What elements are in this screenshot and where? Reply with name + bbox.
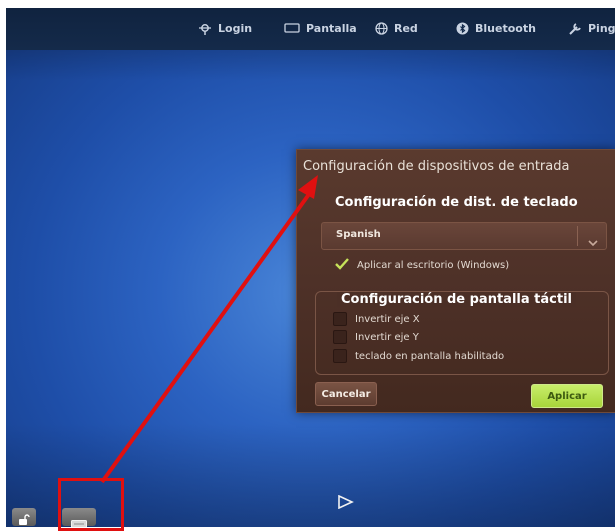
checkmark-icon[interactable] — [335, 258, 349, 273]
select-divider — [577, 226, 578, 246]
topbar-item-ping[interactable]: Ping — [568, 22, 615, 35]
annotation-highlight-box — [58, 478, 124, 531]
keyboard-layout-select[interactable]: Spanish — [321, 222, 607, 250]
chevron-down-icon[interactable] — [588, 232, 598, 251]
bluetooth-icon — [456, 22, 469, 35]
topbar-label: Ping — [588, 22, 615, 35]
touch-section-heading: Configuración de pantalla táctil — [337, 292, 576, 307]
desktop-background: Login Pantalla Red Bluetooth Ping Config… — [6, 8, 615, 527]
lock-button[interactable] — [12, 508, 36, 526]
topbar-label: Login — [218, 22, 253, 35]
apply-desktop-checkbox-row[interactable]: Aplicar al escritorio (Windows) — [335, 258, 509, 273]
keyboard-section-heading: Configuración de dist. de teclado — [335, 195, 578, 210]
invert-y-checkbox-row[interactable]: Invertir eje Y — [333, 330, 419, 344]
cancel-button[interactable]: Cancelar — [315, 382, 377, 406]
invert-x-checkbox-row[interactable]: Invertir eje X — [333, 312, 420, 326]
topbar-item-pantalla[interactable]: Pantalla — [284, 22, 357, 35]
top-menu-bar: Login Pantalla Red Bluetooth Ping — [6, 8, 615, 50]
invert-y-checkbox[interactable] — [333, 330, 347, 344]
apply-desktop-label: Aplicar al escritorio (Windows) — [357, 260, 510, 271]
invert-y-label: Invertir eje Y — [355, 331, 419, 343]
onscreen-keyboard-checkbox-row[interactable]: teclado en pantalla habilitado — [333, 349, 504, 363]
apply-button[interactable]: Aplicar — [531, 384, 603, 408]
keyboard-layout-value: Spanish — [336, 229, 381, 240]
onscreen-keyboard-label: teclado en pantalla habilitado — [355, 350, 505, 362]
onscreen-keyboard-checkbox[interactable] — [333, 349, 347, 363]
dialog-title: Configuración de dispositivos de entrada — [303, 159, 570, 174]
monitor-icon — [284, 23, 300, 34]
topbar-item-red[interactable]: Red — [375, 22, 418, 35]
mouse-cursor-icon — [338, 494, 354, 513]
topbar-label: Bluetooth — [475, 22, 536, 35]
wrench-icon — [568, 22, 582, 35]
topbar-label: Pantalla — [306, 22, 357, 35]
network-icon — [375, 22, 388, 35]
invert-x-label: Invertir eje X — [355, 313, 420, 325]
topbar-label: Red — [394, 22, 418, 35]
invert-x-checkbox[interactable] — [333, 312, 347, 326]
topbar-item-login[interactable]: Login — [198, 22, 252, 35]
login-icon — [198, 23, 212, 35]
unlock-icon — [18, 511, 30, 527]
topbar-item-bluetooth[interactable]: Bluetooth — [456, 22, 536, 35]
input-devices-dialog: Configuración de dispositivos de entrada… — [296, 149, 615, 413]
